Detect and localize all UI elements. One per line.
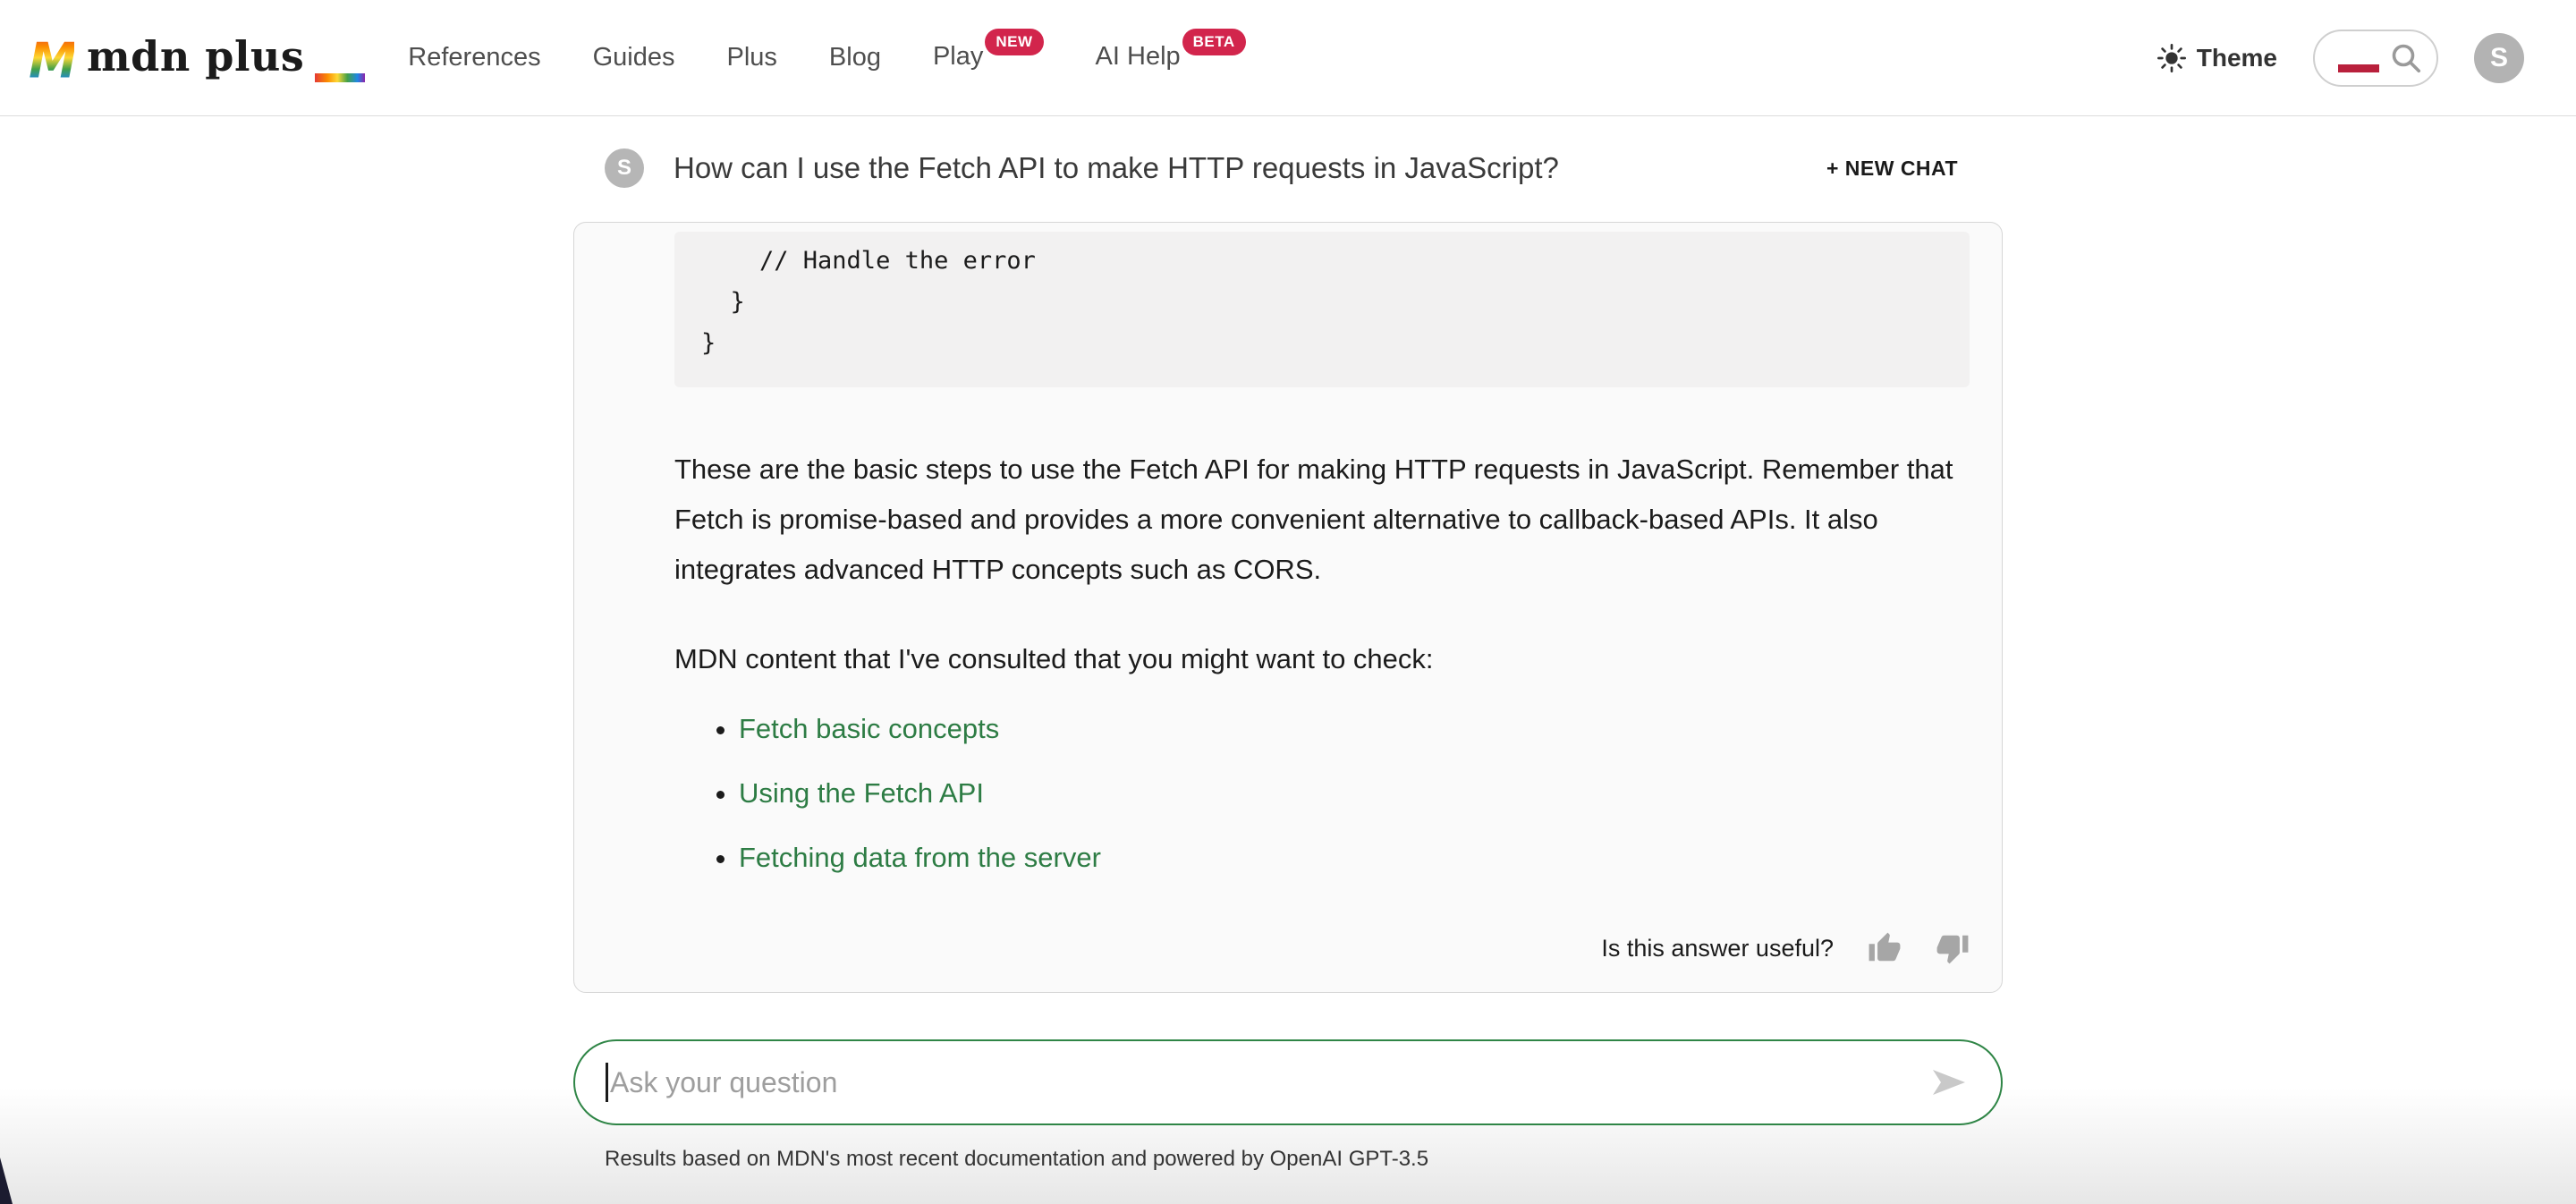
theme-label: Theme (2197, 44, 2277, 72)
code-block[interactable]: // Handle the error } } (674, 232, 1970, 387)
svg-text:M: M (29, 32, 74, 84)
nav-item-ai-help[interactable]: AI HelpBETA (1096, 42, 1246, 73)
new-chat-button[interactable]: + NEW CHAT (1826, 157, 1958, 181)
user-avatar[interactable]: S (2474, 33, 2524, 83)
ask-question-input[interactable] (608, 1066, 1928, 1099)
brand-wordmark: mdn plus (87, 32, 304, 81)
theme-toggle-button[interactable]: Theme (2157, 44, 2277, 72)
search-input[interactable] (2313, 30, 2438, 87)
source-link-using-the-fetch-api[interactable]: Using the Fetch API (739, 777, 984, 809)
source-list-item: Using the Fetch API (739, 768, 1970, 818)
beta-badge: BETA (1182, 29, 1246, 55)
ai-help-main: S How can I use the Fetch API to make HT… (573, 116, 2003, 1172)
source-list-item: Fetch basic concepts (739, 704, 1970, 754)
nav-item-references[interactable]: References (408, 43, 540, 72)
thumbs-down-button[interactable] (1936, 931, 1970, 965)
top-navbar: M mdn plus References Guides Plus Blog P… (0, 0, 2576, 116)
navbar-right-group: Theme S (2157, 30, 2524, 87)
feedback-row: Is this answer useful? (674, 931, 1970, 965)
send-button[interactable] (1928, 1061, 1970, 1104)
nav-item-blog[interactable]: Blog (829, 43, 881, 72)
nav-item-guides[interactable]: Guides (593, 43, 675, 72)
thumb-down-icon (1936, 931, 1970, 965)
feedback-question: Is this answer useful? (1601, 935, 1834, 962)
chat-header: S How can I use the Fetch API to make HT… (573, 148, 2003, 188)
question-composer (573, 1039, 2003, 1125)
search-icon (2390, 42, 2422, 74)
source-link-fetch-basic-concepts[interactable]: Fetch basic concepts (739, 713, 999, 744)
sources-list: Fetch basic concepts Using the Fetch API… (674, 704, 1970, 883)
chat-question-title: How can I use the Fetch API to make HTTP… (674, 151, 1826, 185)
nav-menu: References Guides Plus Blog PlayNEW AI H… (408, 42, 1245, 73)
rainbow-underscore (315, 73, 365, 82)
send-icon (1928, 1061, 1970, 1104)
thumbs-up-button[interactable] (1868, 931, 1902, 965)
question-avatar: S (605, 148, 644, 188)
source-list-item: Fetching data from the server (739, 833, 1970, 883)
new-badge: NEW (985, 29, 1043, 55)
thumb-up-icon (1868, 931, 1902, 965)
nav-item-play[interactable]: PlayNEW (933, 42, 1044, 73)
search-cursor-underscore (2338, 64, 2379, 72)
answer-paragraph: These are the basic steps to use the Fet… (674, 445, 1970, 595)
sun-icon (2157, 44, 2186, 72)
nav-item-plus[interactable]: Plus (726, 43, 776, 72)
answer-card: // Handle the error } } These are the ba… (573, 222, 2003, 993)
sources-intro: MDN content that I've consulted that you… (674, 634, 1970, 684)
mdn-logo-m-icon: M (28, 32, 74, 84)
mdn-plus-logo[interactable]: M mdn plus (28, 32, 365, 84)
results-disclaimer: Results based on MDN's most recent docum… (605, 1147, 2003, 1172)
source-link-fetching-data-from-the-server[interactable]: Fetching data from the server (739, 842, 1101, 873)
